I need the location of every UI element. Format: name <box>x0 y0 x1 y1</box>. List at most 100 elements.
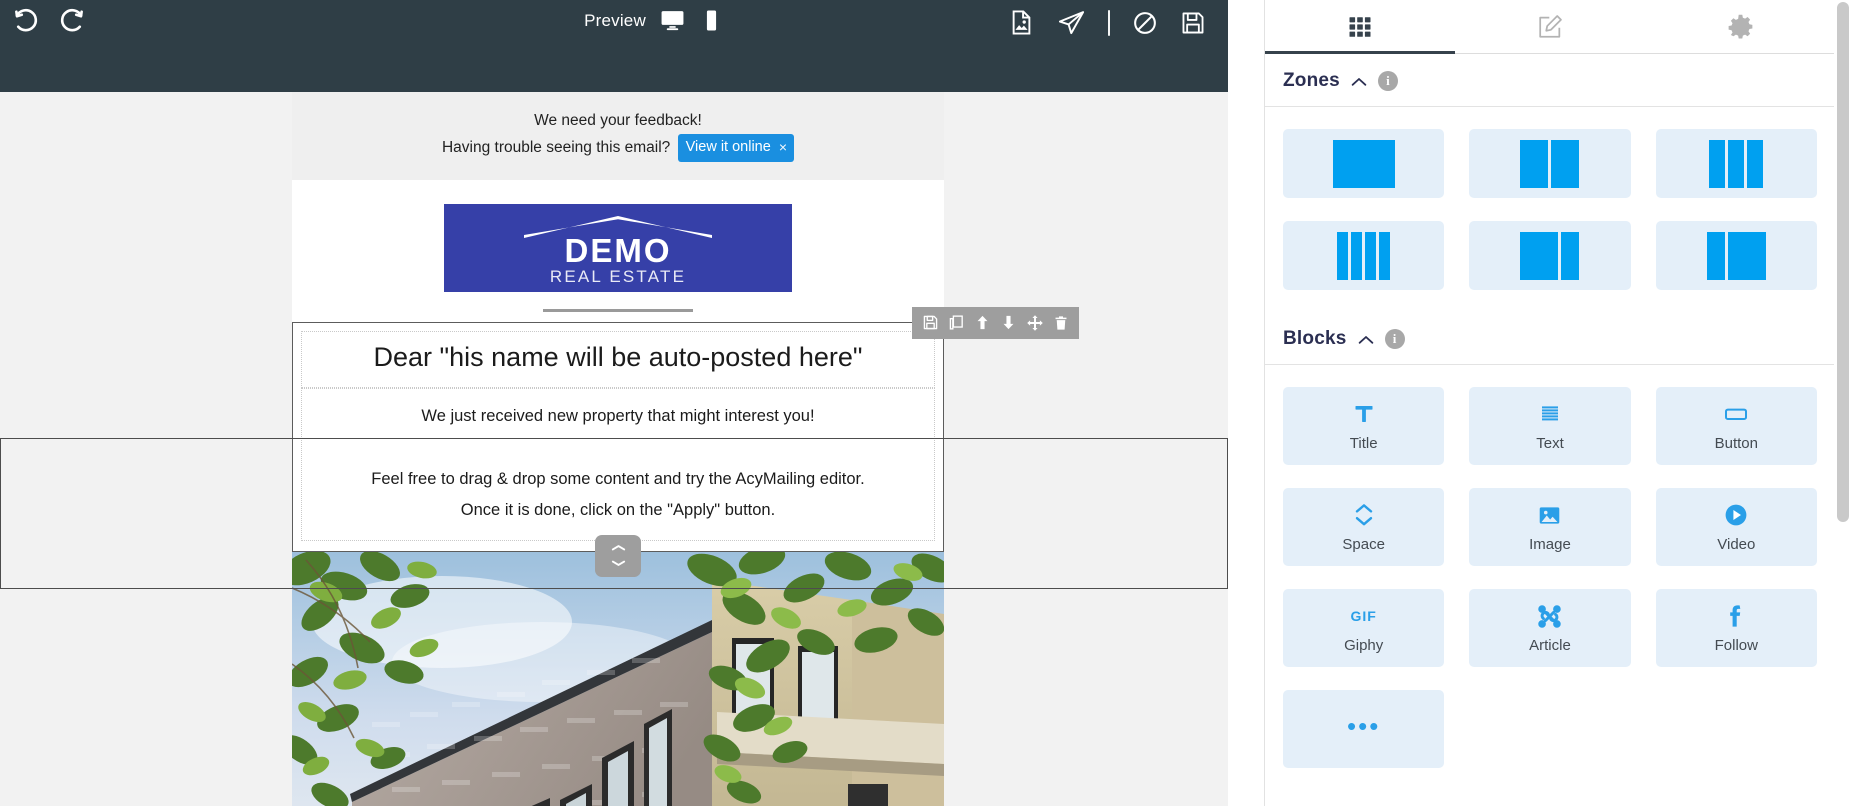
block-image[interactable]: Image <box>1469 488 1631 566</box>
blocks-grid: Title Text Button Space Image Video GIF … <box>1265 365 1835 776</box>
block-label: Button <box>1714 435 1758 452</box>
block-article[interactable]: Article <box>1469 589 1631 667</box>
save-block-icon[interactable] <box>922 314 939 331</box>
zone-2-3-1-3[interactable] <box>1469 221 1631 290</box>
selected-text-zone[interactable]: Dear "his name will be auto-posted here"… <box>292 306 1079 578</box>
email-body[interactable]: We need your feedback! Having trouble se… <box>292 92 1079 806</box>
text-lines-icon <box>1538 400 1562 428</box>
image-file-icon[interactable] <box>1008 9 1035 36</box>
blocks-info-icon[interactable]: i <box>1384 329 1405 349</box>
email-paragraph[interactable]: We just received new property that might… <box>301 387 935 542</box>
zone-3-columns[interactable] <box>1655 129 1817 198</box>
zones-section-header: Zones i <box>1265 54 1835 107</box>
tab-blocks[interactable] <box>1265 0 1455 54</box>
property-photo[interactable] <box>292 552 944 806</box>
delete-block-icon[interactable] <box>1053 315 1069 331</box>
mobile-icon[interactable] <box>699 8 724 33</box>
tab-edit[interactable] <box>1455 0 1645 53</box>
drag-handle[interactable] <box>595 535 641 578</box>
canvas-gutter-right <box>944 92 1228 806</box>
gear-icon <box>1728 14 1752 39</box>
block-follow[interactable]: Follow <box>1655 589 1817 667</box>
block-action-toolbar <box>912 306 1079 339</box>
zones-grid <box>1265 107 1835 298</box>
blocks-title: Blocks <box>1283 328 1347 349</box>
editor-pane: Preview We need your feedback! Having tr… <box>0 0 1264 806</box>
preheader-line-1: We need your feedback! <box>534 112 702 129</box>
zones-title: Zones <box>1283 70 1340 91</box>
email-canvas[interactable]: We need your feedback! Having trouble se… <box>0 92 1228 806</box>
block-text[interactable]: Text <box>1469 387 1631 465</box>
chevron-up-icon[interactable] <box>1351 75 1367 90</box>
pencil-square-icon <box>1539 14 1562 38</box>
redo-icon[interactable] <box>56 8 86 38</box>
video-play-icon <box>1723 501 1749 529</box>
sidebar-tabs <box>1265 0 1835 54</box>
block-label: Text <box>1536 435 1564 452</box>
joomla-icon <box>1536 602 1563 630</box>
undo-icon[interactable] <box>12 8 42 38</box>
zone-2-columns[interactable] <box>1469 129 1631 198</box>
chevron-up-icon[interactable] <box>1358 333 1374 348</box>
tab-settings[interactable] <box>1645 0 1835 53</box>
logo: DEMO REAL ESTATE <box>444 203 792 292</box>
duplicate-block-icon[interactable] <box>948 314 965 331</box>
block-label: Title <box>1349 435 1378 452</box>
block-title[interactable]: Title <box>1283 387 1445 465</box>
logo-divider <box>543 308 693 312</box>
sidebar-scrollbar-thumb[interactable] <box>1837 2 1849 522</box>
toolbar-history-group <box>0 8 260 38</box>
paragraph-line-2: Feel free to drag & drop some content an… <box>371 469 865 488</box>
preheader-line-2-wrap: Having trouble seeing this email? View i… <box>302 133 934 162</box>
move-icon[interactable] <box>1026 314 1044 332</box>
zones-info-icon[interactable]: i <box>1377 71 1398 91</box>
zone-1-3-2-3[interactable] <box>1655 221 1817 290</box>
block-label: Article <box>1529 637 1571 654</box>
preheader-line-2: Having trouble seeing this email? <box>441 138 671 156</box>
gif-icon: GIF <box>1350 608 1377 624</box>
toolbar-preview-group: Preview <box>260 8 1008 33</box>
sidebar-scrollbar[interactable] <box>1834 0 1852 806</box>
block-button[interactable]: Button <box>1655 387 1817 465</box>
email-preheader[interactable]: We need your feedback! Having trouble se… <box>292 92 944 180</box>
move-down-icon[interactable] <box>1000 314 1017 331</box>
facebook-icon <box>1724 602 1748 630</box>
desktop-icon[interactable] <box>660 8 685 33</box>
zone-1-column[interactable] <box>1283 129 1445 198</box>
canvas-gutter-left <box>0 92 292 806</box>
email-editor-app: Preview We need your feedback! Having tr… <box>0 0 1852 806</box>
block-more[interactable]: ••• <box>1283 690 1445 768</box>
block-video[interactable]: Video <box>1655 488 1817 566</box>
email-heading[interactable]: Dear "his name will be auto-posted here" <box>301 330 935 388</box>
zone-4-columns[interactable] <box>1283 221 1445 290</box>
email-logo-block[interactable]: DEMO REAL ESTATE <box>292 179 944 322</box>
sidebar-panel-content: Zones i Blocks i Title Text Button Space… <box>1265 0 1835 806</box>
view-online-label: View it online <box>685 138 771 155</box>
title-icon <box>1352 400 1376 428</box>
close-icon[interactable]: × <box>779 136 787 158</box>
floppy-save-icon[interactable] <box>1180 10 1206 36</box>
ban-circle-icon[interactable] <box>1132 10 1158 36</box>
blocks-section-header: Blocks i <box>1265 312 1835 365</box>
space-icon <box>1353 501 1375 529</box>
block-label: Video <box>1717 536 1756 553</box>
preview-label: Preview <box>584 10 646 30</box>
property-photo-artwork <box>292 552 944 806</box>
more-dots-icon: ••• <box>1347 710 1381 741</box>
block-label: Follow <box>1714 637 1758 654</box>
paper-plane-icon[interactable] <box>1057 8 1086 37</box>
logo-tagline: REAL ESTATE <box>549 266 687 286</box>
image-icon <box>1537 501 1562 529</box>
toolbar-actions-group <box>1008 8 1228 37</box>
button-icon <box>1723 400 1749 428</box>
editor-right-gap <box>1228 0 1264 806</box>
block-label: Giphy <box>1344 637 1384 654</box>
block-giphy[interactable]: GIF Giphy <box>1283 589 1445 667</box>
logo-brand: DEMO <box>564 231 672 269</box>
move-up-icon[interactable] <box>974 314 991 331</box>
view-online-tag[interactable]: View it online × <box>677 133 794 162</box>
block-label: Space <box>1342 536 1385 553</box>
paragraph-line-1: We just received new property that might… <box>421 406 815 425</box>
block-space[interactable]: Space <box>1283 488 1445 566</box>
